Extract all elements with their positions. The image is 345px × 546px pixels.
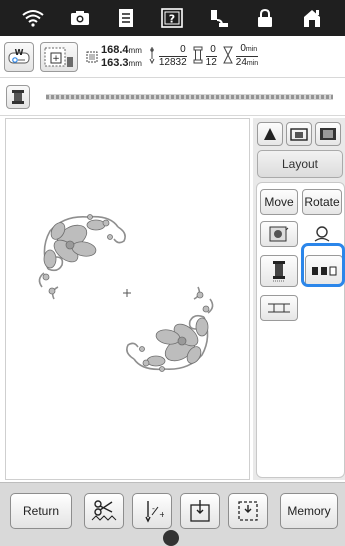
lock-icon[interactable] <box>252 5 278 31</box>
background-button[interactable] <box>315 122 341 146</box>
memory-label: Memory <box>287 504 331 518</box>
return-button[interactable]: Return <box>10 493 72 529</box>
selection-highlight <box>301 243 345 287</box>
help-icon[interactable]: ? <box>159 5 185 31</box>
border-design-button[interactable] <box>260 221 298 247</box>
color-change-icon <box>193 46 203 67</box>
tension-button[interactable]: + - <box>132 493 172 529</box>
time-count: 0min 24min <box>235 43 259 68</box>
color-count: 0 12 <box>205 44 217 68</box>
thread-progress-row <box>0 78 345 116</box>
svg-text:+: + <box>52 54 60 64</box>
frame-select-button[interactable]: W <box>4 41 34 72</box>
hourglass-icon <box>222 46 233 67</box>
svg-text:+: + <box>159 510 164 519</box>
info-row: W + 168.4mm 163.3mm 0 12832 0 12 0min 24… <box>0 36 345 78</box>
rotate-label: Rotate <box>304 195 340 209</box>
edit-panel: Layout Move Rotate <box>253 118 345 480</box>
thread-color-button[interactable] <box>260 255 298 287</box>
needle-point-button[interactable] <box>257 122 283 146</box>
return-label: Return <box>22 504 60 518</box>
memory-button[interactable]: Memory <box>280 493 338 529</box>
svg-text:-: - <box>152 504 155 513</box>
layout-tools: Move Rotate <box>256 182 345 478</box>
thread-spool-icon[interactable] <box>206 5 232 31</box>
size-icon <box>86 51 98 62</box>
array-icon <box>268 303 290 313</box>
rotate-button[interactable]: Rotate <box>302 189 342 215</box>
wifi-icon[interactable] <box>20 5 46 31</box>
move-label: Move <box>264 195 294 209</box>
needle-tension-icon: +- <box>145 501 164 523</box>
background-icon <box>320 128 336 140</box>
status-bar: ? <box>0 0 345 36</box>
spool-icon <box>273 261 285 282</box>
color-sequence-bar <box>46 93 333 100</box>
starting-point-button[interactable] <box>180 493 220 529</box>
tab-layout[interactable]: Layout <box>257 150 343 178</box>
trial-frame-icon <box>238 501 258 521</box>
size-width: 168.4mm <box>101 43 142 56</box>
pattern-size: 168.4mm 163.3mm <box>86 44 142 70</box>
starting-point-icon <box>190 500 210 522</box>
stitch-count: 0 12832 <box>158 44 187 68</box>
document-icon[interactable] <box>113 5 139 31</box>
camera-view-button[interactable] <box>286 122 312 146</box>
camera-view-icon <box>290 128 308 141</box>
triangle-icon <box>264 128 276 140</box>
jump-stitch-trim-button[interactable] <box>84 493 124 529</box>
scissors-icon <box>91 500 117 521</box>
home-icon[interactable] <box>299 5 325 31</box>
presser-foot-w-icon: W <box>8 48 30 63</box>
brand-logo <box>163 530 179 546</box>
thread-spool-button[interactable] <box>6 84 30 109</box>
svg-text:W: W <box>15 48 24 57</box>
array-button[interactable] <box>260 295 298 321</box>
magnify-icon <box>314 226 330 242</box>
hoop-icon: + <box>44 47 73 67</box>
svg-text:?: ? <box>169 13 175 26</box>
hoop-size-button[interactable]: + <box>40 41 78 72</box>
move-button[interactable]: Move <box>260 189 298 215</box>
needle-icon <box>148 46 156 67</box>
corner-floral-pattern <box>38 214 214 372</box>
camera-icon[interactable] <box>67 5 93 31</box>
trial-button[interactable] <box>228 493 268 529</box>
size-height: 163.3mm <box>101 56 142 69</box>
embroidery-preview[interactable] <box>5 118 250 480</box>
tab-layout-label: Layout <box>281 157 319 171</box>
border-design-icon <box>269 226 289 242</box>
spool-icon <box>12 89 24 104</box>
